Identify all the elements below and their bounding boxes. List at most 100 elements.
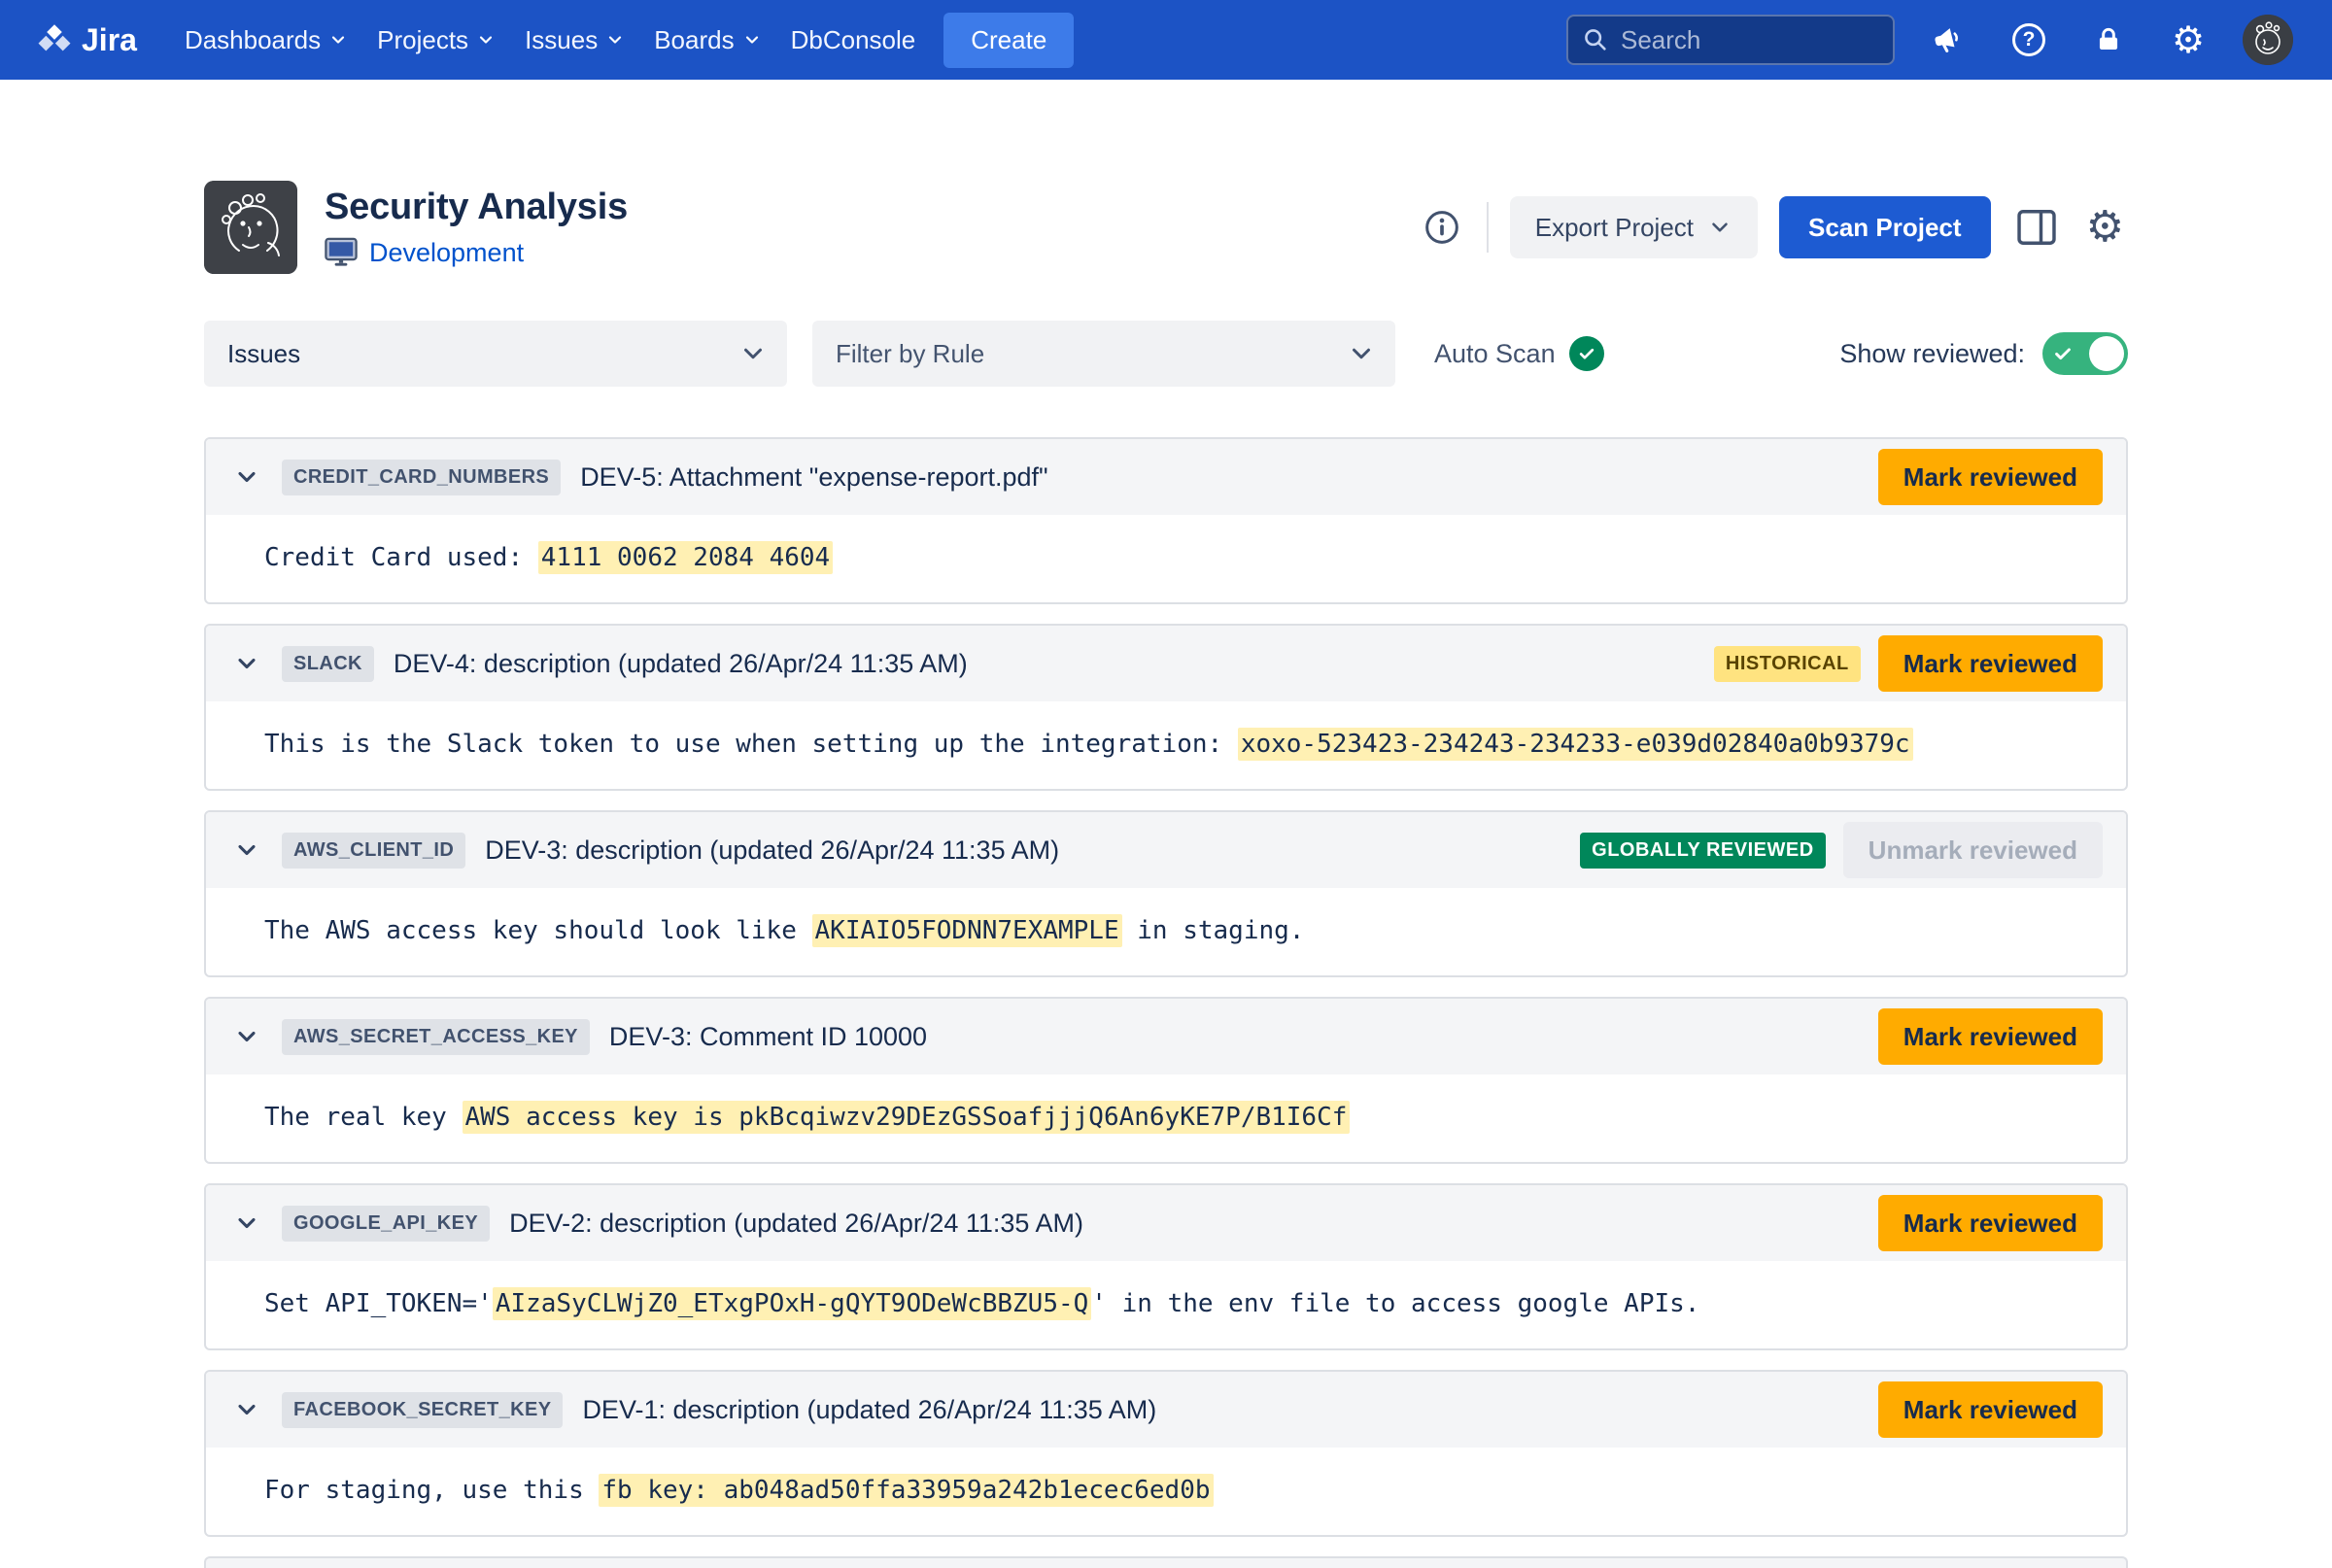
rule-badge: SLACK [282,646,374,682]
secret-highlight: fb key: ab048ad50ffa33959a242b1ecec6ed0b [599,1474,1213,1507]
megaphone-icon [1933,23,1966,56]
finding-card: AWS_SECRET_ACCESS_KEY DEV-3: Comment ID … [204,997,2128,1164]
nav-item-projects[interactable]: Projects [362,14,510,67]
top-navbar: Jira Dashboards Projects Issues Boards D… [0,0,2332,80]
rule-filter-select[interactable]: Filter by Rule [812,321,1395,387]
show-reviewed-label: Show reviewed: [1839,339,2025,369]
page-settings-button[interactable]: ⚙ [2082,202,2128,253]
help-button[interactable]: ? [2004,15,2054,65]
create-button[interactable]: Create [943,13,1074,68]
security-button[interactable] [2083,15,2134,65]
collapse-chevron-icon[interactable] [231,1208,262,1239]
issues-select[interactable]: Issues [204,321,787,387]
secret-highlight: AIzaSyCLWjZ0_ETxgPOxH-gQYT9ODeWcBBZU5-Q [493,1287,1091,1320]
panel-layout-icon [2016,209,2057,246]
info-icon [1423,208,1461,247]
finding-body: The real key AWS access key is pkBcqiwzv… [206,1074,2126,1162]
detail-view-button[interactable] [2012,205,2061,250]
rule-badge: FACEBOOK_SECRET_KEY [282,1392,563,1428]
project-type-icon [325,237,358,268]
finding-title: DEV-5: Attachment "expense-report.pdf" [580,462,1047,493]
finding-card: GOOGLE_API_KEY DEV-2: description (updat… [204,1183,2128,1350]
mark-reviewed-button[interactable]: Mark reviewed [1878,1008,2103,1065]
rule-badge: AWS_CLIENT_ID [282,833,465,869]
finding-card: AWS_CLIENT_ID DEV-3: description (update… [204,810,2128,977]
collapse-chevron-icon[interactable] [231,648,262,679]
chevron-down-icon [1347,339,1376,368]
collapse-chevron-icon[interactable] [231,461,262,493]
search-icon [1582,26,1609,53]
chevron-down-icon [328,30,348,50]
check-circle-icon [1569,336,1604,371]
collapse-chevron-icon[interactable] [231,1021,262,1052]
secret-highlight: AWS access key is pkBcqiwzv29DEzGSSoafjj… [463,1101,1351,1134]
body-text: ' in the env file to access google APIs. [1091,1289,1699,1318]
rule-badge: GOOGLE_API_KEY [282,1206,490,1242]
nav-item-dashboards[interactable]: Dashboards [170,14,362,67]
secret-highlight: 4111 0062 2084 4604 [538,541,833,574]
chevron-down-icon [1707,215,1732,240]
main-content: Security Analysis Development [204,80,2128,1568]
user-avatar[interactable] [2243,15,2293,65]
chevron-down-icon [738,339,768,368]
body-text: The AWS access key should look like [264,916,812,945]
finding-title: DEV-4: description (updated 26/Apr/24 11… [394,649,968,679]
findings-list: CREDIT_CARD_NUMBERS DEV-5: Attachment "e… [204,437,2128,1568]
globally-reviewed-badge: GLOBALLY REVIEWED [1580,833,1826,869]
finding-body: The AWS access key should look like AKIA… [206,888,2126,975]
export-project-button[interactable]: Export Project [1510,196,1758,258]
jira-logo[interactable]: Jira [37,21,137,58]
scan-project-button[interactable]: Scan Project [1779,196,1991,258]
settings-button[interactable]: ⚙ [2163,15,2213,65]
page-header: Security Analysis Development [204,181,2128,274]
breadcrumb: Development [325,237,628,268]
nav-item-boards[interactable]: Boards [639,14,775,67]
finding-card: FACEBOOK_SECRET_KEY DEV-1: description (… [204,1370,2128,1537]
project-link[interactable]: Development [369,238,524,268]
search-box [1566,15,1895,65]
secret-highlight: xoxo-523423-234243-234233-e039d02840a0b9… [1238,728,1913,761]
body-text: For staging, use this [264,1476,599,1505]
body-text: in staging. [1122,916,1305,945]
nav-item-dbconsole[interactable]: DbConsole [776,14,931,67]
search-input[interactable] [1621,25,1854,55]
toggle-knob [2089,336,2124,371]
finding-card: CREDIT_CARD_NUMBERS DEV-5: Attachment "e… [204,437,2128,604]
chevron-down-icon [742,30,762,50]
page-title: Security Analysis [325,187,628,228]
info-button[interactable] [1419,204,1465,251]
finding-title: DEV-3: description (updated 26/Apr/24 11… [485,835,1059,866]
filter-row: Issues Filter by Rule Auto Scan Show rev… [204,321,2128,387]
toggle-check-icon [2052,343,2074,364]
body-text: This is the Slack token to use when sett… [264,730,1238,759]
finding-header: AWS_CLIENT_ID DEV-3: description (update… [206,812,2126,888]
body-text: Credit Card used: [264,543,538,572]
body-text: Set API_TOKEN=' [264,1289,493,1318]
finding-header: GOOGLE_API_KEY DEV-2: description (updat… [206,1185,2126,1261]
rule-badge: AWS_SECRET_ACCESS_KEY [282,1019,590,1055]
rule-badge: CREDIT_CARD_NUMBERS [282,460,561,495]
body-text: The real key [264,1103,463,1132]
collapse-chevron-icon[interactable] [231,835,262,866]
gear-icon: ⚙ [2172,21,2205,58]
finding-header: CREDIT_CARD_NUMBERS DEV-5: Attachment "e… [206,439,2126,515]
finding-title: DEV-3: Comment ID 10000 [609,1022,927,1052]
chevron-down-icon [605,30,625,50]
finding-card-partial [204,1556,2128,1568]
announcements-button[interactable] [1924,15,1974,65]
finding-title: DEV-2: description (updated 26/Apr/24 11… [509,1209,1083,1239]
finding-header: SLACK DEV-4: description (updated 26/Apr… [206,626,2126,701]
finding-title: DEV-1: description (updated 26/Apr/24 11… [582,1395,1156,1425]
collapse-chevron-icon[interactable] [231,1394,262,1425]
show-reviewed-toggle[interactable] [2042,332,2128,375]
finding-body: Set API_TOKEN='AIzaSyCLWjZ0_ETxgPOxH-gQY… [206,1261,2126,1348]
unmark-reviewed-button[interactable]: Unmark reviewed [1843,822,2103,878]
divider [1487,202,1489,253]
mark-reviewed-button[interactable]: Mark reviewed [1878,1381,2103,1438]
mark-reviewed-button[interactable]: Mark reviewed [1878,1195,2103,1251]
mark-reviewed-button[interactable]: Mark reviewed [1878,449,2103,505]
mark-reviewed-button[interactable]: Mark reviewed [1878,635,2103,692]
secret-highlight: AKIAIO5FODNN7EXAMPLE [812,914,1122,947]
help-icon: ? [2012,23,2045,56]
nav-item-issues[interactable]: Issues [510,14,639,67]
